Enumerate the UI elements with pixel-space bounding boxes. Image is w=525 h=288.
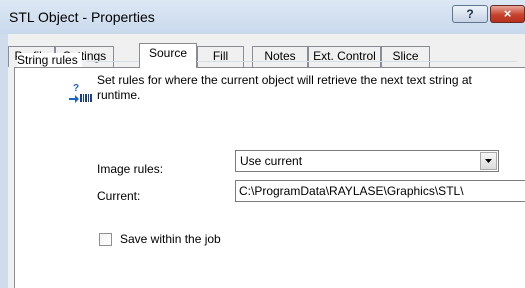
chevron-down-icon — [485, 159, 492, 163]
current-label: Current: — [97, 189, 141, 203]
window-title: STL Object - Properties — [9, 9, 155, 25]
svg-text:?: ? — [73, 83, 79, 94]
tab-notes[interactable]: Notes — [252, 46, 308, 67]
properties-window: STL Object - Properties ? × Profile Sett… — [0, 0, 525, 288]
save-within-job-label[interactable]: Save within the job — [120, 232, 221, 246]
current-path-value: C:\ProgramData\RAYLASE\Graphics\STL\ — [239, 184, 464, 198]
dropdown-button[interactable] — [480, 152, 497, 170]
tab-ext-control[interactable]: Ext. Control — [308, 46, 381, 67]
tab-slice[interactable]: Slice — [381, 46, 430, 67]
close-button[interactable]: × — [490, 5, 525, 23]
string-rules-description: Set rules for where the current object w… — [97, 73, 472, 102]
image-rules-select[interactable]: Use current — [235, 150, 499, 172]
image-rules-label: Image rules: — [97, 162, 164, 176]
close-icon: × — [503, 6, 512, 21]
image-rules-selected-value: Use current — [240, 154, 303, 168]
tab-fill[interactable]: Fill — [197, 46, 244, 67]
title-bar[interactable]: STL Object - Properties ? × — [0, 0, 525, 34]
string-rules-group-label: String rules — [17, 53, 82, 67]
string-rules-icon: ? — [69, 83, 92, 103]
help-button[interactable]: ? — [452, 5, 488, 23]
tab-source[interactable]: Source — [139, 43, 197, 68]
save-within-job-checkbox[interactable] — [99, 233, 112, 246]
current-path-field[interactable]: C:\ProgramData\RAYLASE\Graphics\STL\ — [235, 180, 525, 202]
